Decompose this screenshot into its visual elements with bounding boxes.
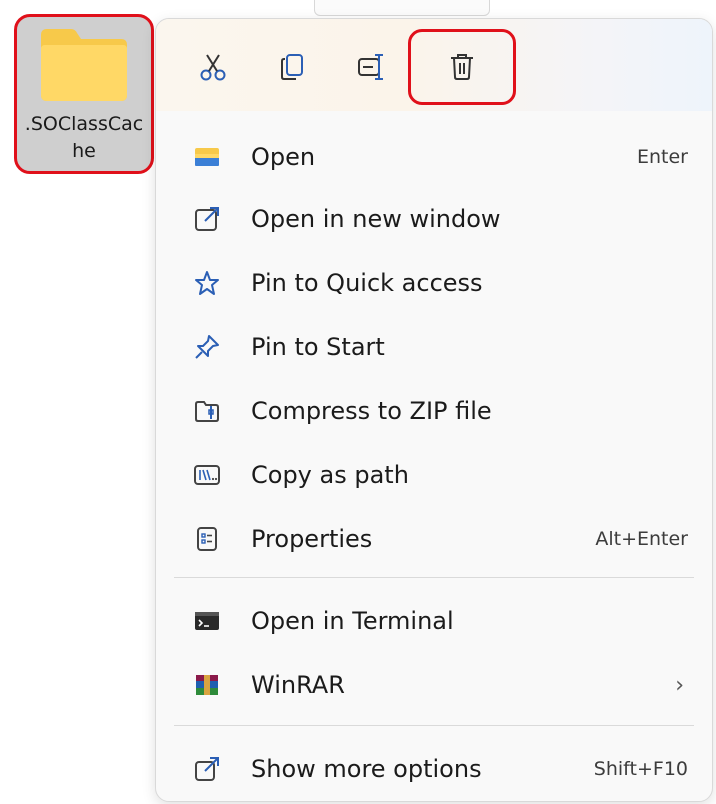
delete-button[interactable] [408,29,516,105]
star-icon [192,268,222,298]
menu-item-open-terminal[interactable]: Open in Terminal [156,593,712,649]
menu-separator [174,725,694,726]
menu-item-label: Pin to Quick access [251,269,483,297]
chevron-right-icon: › [675,672,684,698]
menu-item-label: Show more options [251,755,482,783]
menu-item-open-new-window[interactable]: Open in new window [156,191,712,247]
menu-item-open[interactable]: Open Enter [156,129,712,185]
cut-button[interactable] [182,41,244,93]
menu-item-winrar[interactable]: WinRAR › [156,657,712,713]
winrar-icon [192,670,222,700]
copy-icon [281,54,303,80]
new-window-icon [192,204,222,234]
menu-item-properties[interactable]: Properties Alt+Enter [156,511,712,567]
menu-item-show-more-options[interactable]: Show more options Shift+F10 [156,741,712,797]
path-icon [192,460,222,490]
cut-icon [200,54,226,81]
menu-item-pin-start[interactable]: Pin to Start [156,319,712,375]
rename-button[interactable] [340,41,402,93]
tooltip-tab [314,0,490,16]
menu-separator [174,577,694,578]
properties-icon [192,524,222,554]
folder-open-icon [192,142,222,172]
menu-item-label: Open in new window [251,205,501,233]
pin-icon [192,332,222,362]
rename-icon [358,54,383,80]
menu-item-copy-path[interactable]: Copy as path [156,447,712,503]
copy-button[interactable] [262,41,324,93]
menu-item-compress-zip[interactable]: Compress to ZIP file [156,383,712,439]
shortcut-label: Shift+F10 [593,758,688,780]
menu-item-pin-quick-access[interactable]: Pin to Quick access [156,255,712,311]
menu-item-label: Copy as path [251,461,409,489]
desktop-stage: .SOClassCache Open Enter Open in new win… [0,0,716,804]
shortcut-label: Enter [637,146,688,168]
menu-item-label: Open in Terminal [251,607,454,635]
menu-item-label: Compress to ZIP file [251,397,492,425]
more-options-icon [192,754,222,784]
delete-icon [451,54,473,80]
terminal-icon [192,606,222,636]
menu-item-label: WinRAR [251,671,345,699]
context-toolbar [156,19,712,111]
menu-item-label: Pin to Start [251,333,385,361]
folder-item[interactable]: .SOClassCache [14,14,154,174]
menu-item-label: Open [251,143,316,171]
folder-icon [37,25,131,103]
shortcut-label: Alt+Enter [595,528,688,550]
folder-name: .SOClassCache [24,113,144,162]
menu-item-label: Properties [251,525,373,553]
context-menu: Open Enter Open in new window Pin to Qui… [155,18,713,802]
zip-icon [192,396,222,426]
